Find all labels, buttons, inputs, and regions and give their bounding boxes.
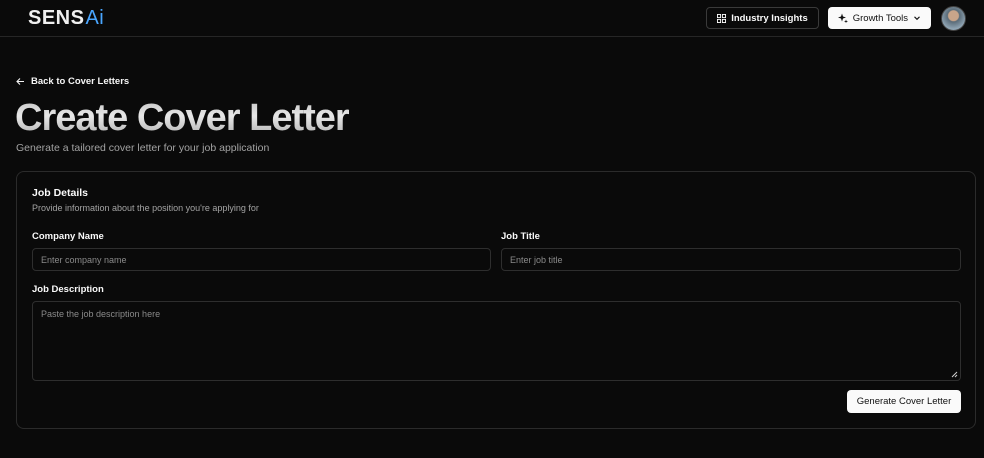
job-title-input[interactable]: Enter job title bbox=[501, 248, 961, 271]
job-title-label: Job Title bbox=[501, 231, 540, 242]
logo-ai-text: Ai bbox=[85, 6, 105, 29]
page-title: Create Cover Letter bbox=[15, 97, 350, 139]
sparkles-icon bbox=[837, 13, 848, 23]
card-title: Job Details bbox=[32, 187, 89, 199]
company-name-placeholder: Enter company name bbox=[41, 254, 127, 265]
top-navbar: SENS Ai Industry Insights Growth Tools bbox=[0, 0, 984, 37]
user-avatar[interactable] bbox=[941, 5, 966, 31]
industry-insights-label: Industry Insights bbox=[731, 12, 808, 24]
arrow-left-icon bbox=[16, 77, 25, 86]
company-name-input[interactable]: Enter company name bbox=[32, 248, 491, 271]
resize-handle-icon[interactable] bbox=[950, 370, 958, 378]
generate-cover-letter-button[interactable]: Generate Cover Letter bbox=[847, 390, 961, 413]
job-description-textarea[interactable]: Paste the job description here bbox=[32, 301, 961, 381]
page-subtitle: Generate a tailored cover letter for you… bbox=[16, 142, 270, 154]
app-logo[interactable]: SENS Ai bbox=[28, 7, 104, 30]
growth-tools-label: Growth Tools bbox=[852, 12, 908, 24]
logo-text: SENS bbox=[28, 6, 85, 29]
back-link-label: Back to Cover Letters bbox=[31, 76, 130, 87]
job-details-card: Job Details Provide information about th… bbox=[16, 171, 976, 429]
company-name-label: Company Name bbox=[32, 231, 104, 242]
navbar-actions: Industry Insights Growth Tools bbox=[706, 5, 966, 31]
job-title-placeholder: Enter job title bbox=[510, 254, 563, 265]
job-description-placeholder: Paste the job description here bbox=[41, 309, 161, 319]
card-description: Provide information about the position y… bbox=[32, 203, 259, 213]
back-to-cover-letters-link[interactable]: Back to Cover Letters bbox=[16, 76, 129, 87]
industry-insights-button[interactable]: Industry Insights bbox=[706, 7, 819, 29]
chevron-down-icon bbox=[913, 14, 921, 22]
growth-tools-dropdown[interactable]: Growth Tools bbox=[827, 7, 931, 29]
dashboard-icon bbox=[717, 13, 727, 23]
job-description-label: Job Description bbox=[32, 284, 104, 295]
